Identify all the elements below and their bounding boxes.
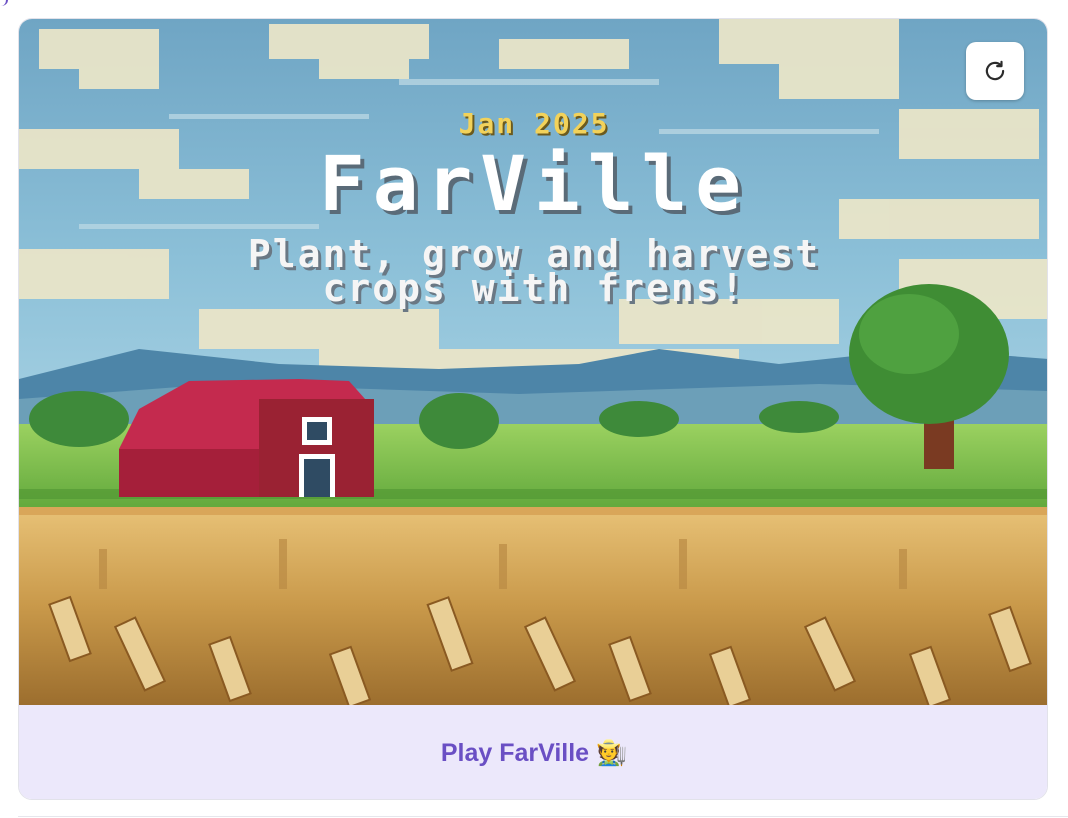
refresh-button[interactable]: [966, 42, 1024, 100]
event-date: Jan 2025: [458, 107, 610, 140]
game-tagline: Plant, grow and harvest crops with frens…: [247, 232, 821, 310]
edge-decoration: [0, 0, 8, 6]
frame-image[interactable]: Jan 2025 FarVille Plant, grow and harves…: [19, 19, 1047, 705]
divider: [18, 816, 1068, 817]
play-farville-button[interactable]: Play FarVille 🧑‍🌾: [19, 705, 1047, 799]
refresh-icon: [985, 60, 1005, 81]
game-title: FarVille: [318, 139, 750, 228]
frame-card: Jan 2025 FarVille Plant, grow and harves…: [18, 18, 1048, 800]
play-button-label: Play FarVille 🧑‍🌾: [440, 738, 628, 767]
